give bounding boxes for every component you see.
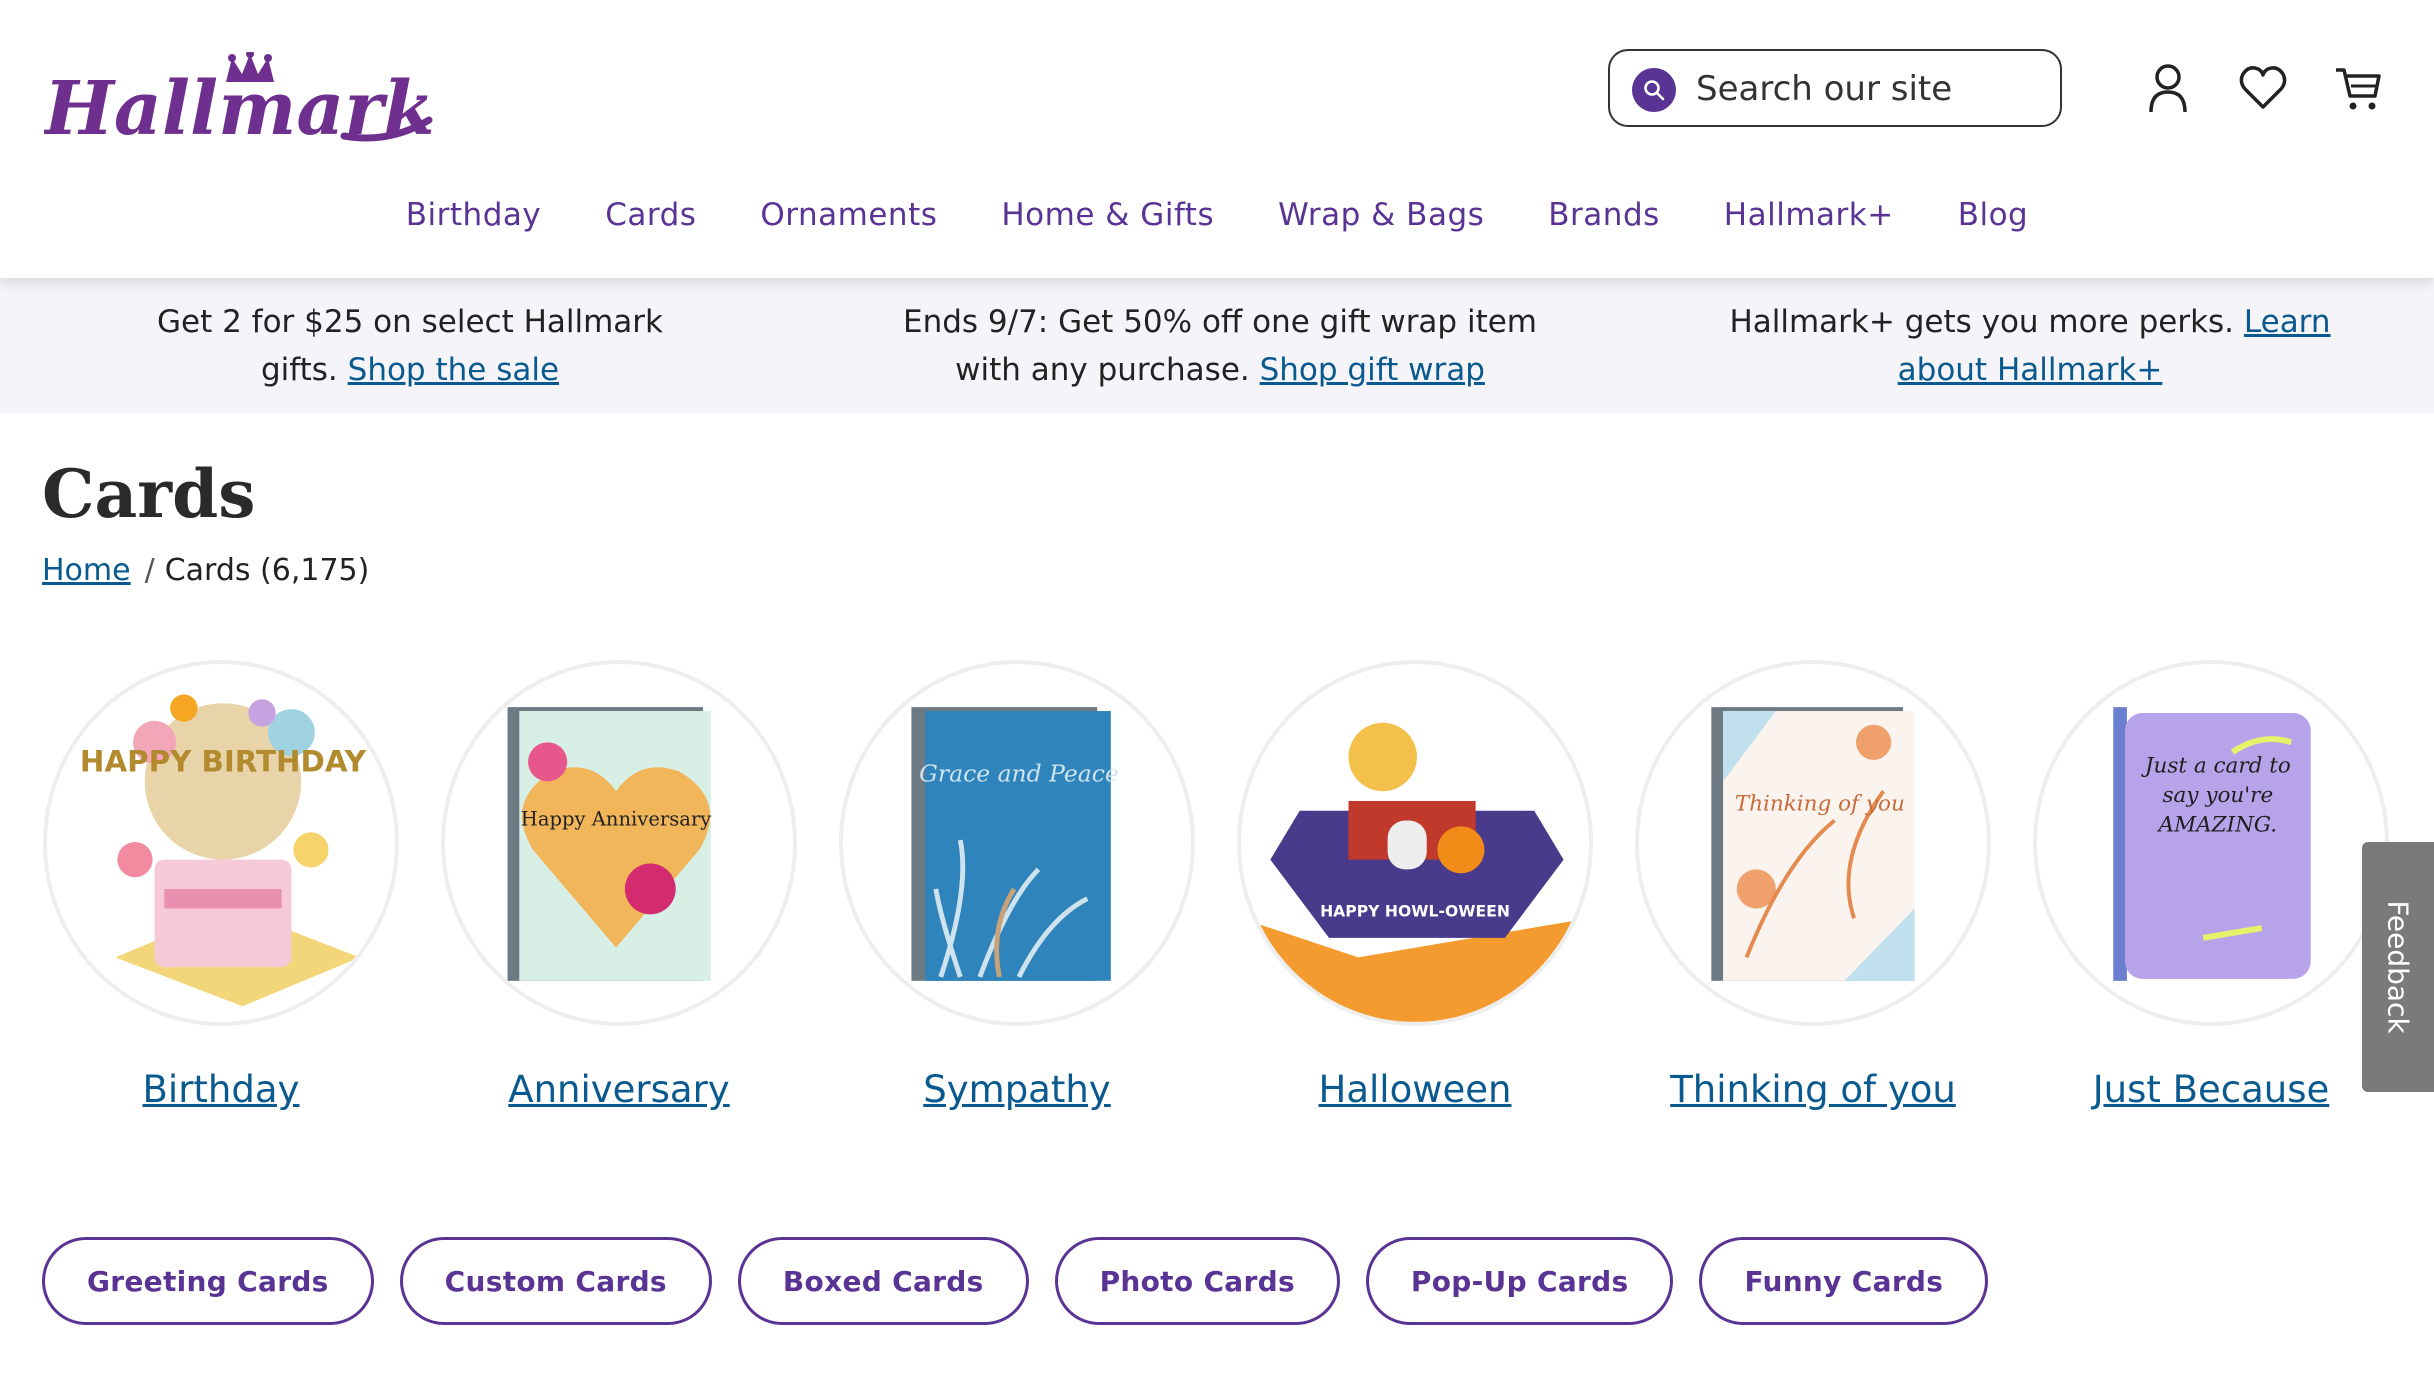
category-anniversary[interactable]: Happy Anniversary Anniversary xyxy=(420,660,818,1111)
card-text: HAPPY BIRTHDAY xyxy=(80,745,367,779)
card-text: Just a card to say you're AMAZING. xyxy=(2144,754,2291,838)
card-text: Happy Anniversary xyxy=(521,807,712,830)
breadcrumb: Home / Cards (6,175) xyxy=(42,553,369,588)
category-image[interactable]: HAPPY BIRTHDAY xyxy=(43,660,399,1026)
filter-custom-cards[interactable]: Custom Cards xyxy=(399,1237,712,1325)
search-icon xyxy=(1644,80,1665,101)
category-label[interactable]: Birthday xyxy=(22,1068,420,1111)
nav-item-birthday[interactable]: Birthday xyxy=(374,190,573,240)
filter-funny-cards[interactable]: Funny Cards xyxy=(1699,1237,1989,1325)
search-button[interactable] xyxy=(1632,68,1676,112)
category-label[interactable]: Sympathy xyxy=(818,1068,1216,1111)
category-carousel: HAPPY BIRTHDAY Birthday Happy Anniversar… xyxy=(0,660,2434,1130)
breadcrumb-home[interactable]: Home xyxy=(42,553,131,588)
category-image[interactable]: Thinking of you xyxy=(1635,660,1991,1026)
hallmark-logo[interactable]: Hallmark xyxy=(42,50,435,152)
promo-text: Hallmark+ gets you more perks. xyxy=(1729,304,2244,340)
category-label[interactable]: Halloween xyxy=(1216,1068,1614,1111)
card-type-filters: Greeting Cards Custom Cards Boxed Cards … xyxy=(42,1237,1989,1325)
nav-item-hallmark-plus[interactable]: Hallmark+ xyxy=(1692,190,1926,240)
feedback-label: Feedback xyxy=(2381,900,2415,1034)
nav-item-blog[interactable]: Blog xyxy=(1926,190,2061,240)
card-text: Thinking of you xyxy=(1735,792,1905,817)
nav-item-cards[interactable]: Cards xyxy=(573,190,728,240)
filter-pop-up-cards[interactable]: Pop-Up Cards xyxy=(1365,1237,1674,1325)
breadcrumb-current: Cards (6,175) xyxy=(164,553,370,588)
category-image[interactable]: Just a card to say you're AMAZING. xyxy=(2033,660,2389,1026)
card-text: HAPPY HOWL-OWEEN xyxy=(1320,901,1510,920)
nav-item-wrap-bags[interactable]: Wrap & Bags xyxy=(1246,190,1516,240)
heart-icon[interactable] xyxy=(2238,62,2288,114)
cart-icon[interactable] xyxy=(2333,62,2383,114)
nav-item-ornaments[interactable]: Ornaments xyxy=(728,190,969,240)
filter-boxed-cards[interactable]: Boxed Cards xyxy=(737,1237,1029,1325)
search-box[interactable] xyxy=(1608,49,2062,127)
page-title: Cards xyxy=(42,455,256,533)
promo-link[interactable]: Shop gift wrap xyxy=(1260,352,1485,388)
promo-bar: Get 2 for $25 on select Hallmark gifts. … xyxy=(0,278,2434,413)
promo-link[interactable]: Shop the sale xyxy=(348,352,559,388)
filter-photo-cards[interactable]: Photo Cards xyxy=(1054,1237,1340,1325)
category-just-because[interactable]: Just a card to say you're AMAZING. Just … xyxy=(2012,660,2410,1111)
breadcrumb-separator: / xyxy=(144,553,155,588)
category-birthday[interactable]: HAPPY BIRTHDAY Birthday xyxy=(22,660,420,1111)
category-image[interactable]: HAPPY HOWL-OWEEN xyxy=(1237,660,1593,1026)
category-image[interactable]: Happy Anniversary xyxy=(441,660,797,1026)
card-text: Grace and Peace xyxy=(919,759,1119,787)
category-label[interactable]: Anniversary xyxy=(420,1068,818,1111)
promo-item: Hallmark+ gets you more perks. Learn abo… xyxy=(1720,298,2340,394)
site-header: Hallmark Birthday Cards xyxy=(0,0,2434,278)
promo-item: Get 2 for $25 on select Hallmark gifts. … xyxy=(140,298,680,394)
nav-item-home-gifts[interactable]: Home & Gifts xyxy=(969,190,1246,240)
search-input[interactable] xyxy=(1694,61,2038,117)
promo-item: Ends 9/7: Get 50% off one gift wrap item… xyxy=(880,298,1560,394)
category-sympathy[interactable]: Grace and Peace Sympathy xyxy=(818,660,1216,1111)
feedback-tab[interactable]: Feedback xyxy=(2362,842,2434,1092)
category-label[interactable]: Thinking of you xyxy=(1614,1068,2012,1111)
category-image[interactable]: Grace and Peace xyxy=(839,660,1195,1026)
category-thinking-of-you[interactable]: Thinking of you Thinking of you xyxy=(1614,660,2012,1111)
nav-item-brands[interactable]: Brands xyxy=(1516,190,1692,240)
main-nav: Birthday Cards Ornaments Home & Gifts Wr… xyxy=(0,190,2434,240)
account-icon[interactable] xyxy=(2143,62,2193,114)
category-label[interactable]: Just Because xyxy=(2012,1068,2410,1111)
category-halloween[interactable]: HAPPY HOWL-OWEEN Halloween xyxy=(1216,660,1614,1111)
filter-greeting-cards[interactable]: Greeting Cards xyxy=(42,1237,374,1325)
